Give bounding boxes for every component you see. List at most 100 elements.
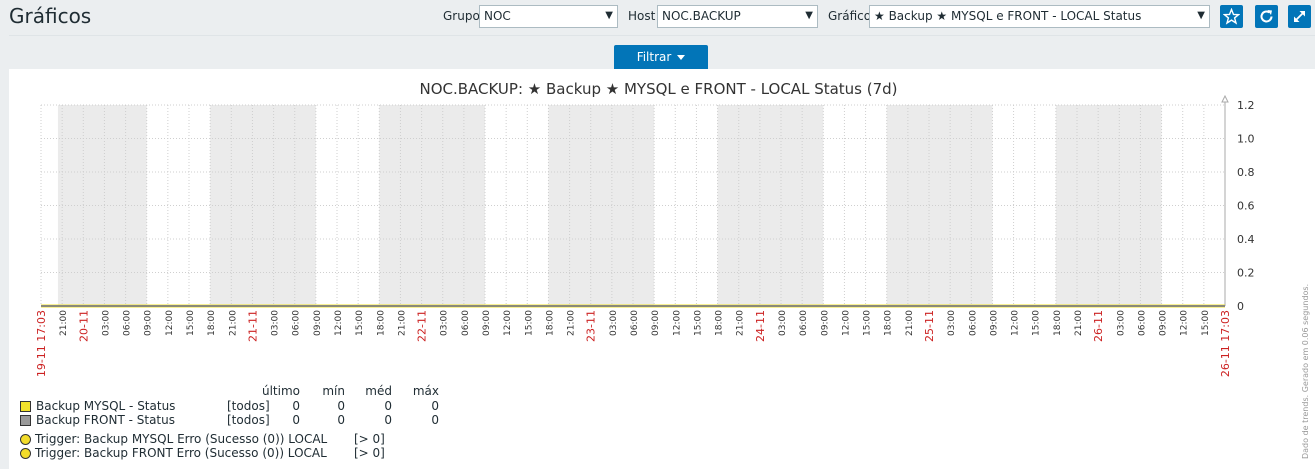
x-tick-label: 03:00 <box>1116 310 1126 336</box>
group-label: Grupo <box>443 9 480 23</box>
star-icon <box>1223 8 1240 25</box>
x-tick-label: 21:00 <box>1074 310 1084 336</box>
x-tick-label: 22-11 <box>416 310 429 342</box>
legend-item-last: 0 <box>292 413 300 427</box>
x-tick-label: 15:00 <box>863 310 873 336</box>
x-tick-label: 12:00 <box>672 310 682 336</box>
x-tick-label: 18:00 <box>376 310 386 336</box>
x-tick-label: 15:00 <box>693 310 703 336</box>
graph-label: Gráfico <box>828 9 872 23</box>
x-tick-label: 15:00 <box>524 310 534 336</box>
legend-header-avg: méd <box>365 384 392 398</box>
x-tick-label: 09:00 <box>989 310 999 336</box>
x-tick-label: 23-11 <box>585 310 598 342</box>
x-tick-label: 06:00 <box>123 310 133 336</box>
x-tick-label: 15:00 <box>186 310 196 336</box>
graph-chart[interactable]: 1.2 1.0 0.8 0.6 0.4 0.2 0 19-11 17:03 21:00 20-11… <box>0 95 1315 385</box>
x-tick-label: 18:00 <box>207 310 217 336</box>
x-tick-label: 18:00 <box>545 310 555 336</box>
x-tick-label: 19-11 17:03 <box>35 310 48 377</box>
legend-item-name: Backup MYSQL - Status <box>36 399 176 413</box>
x-tick-label: 21:00 <box>905 310 915 336</box>
x-tick-label: 18:00 <box>1053 310 1063 336</box>
x-tick-label: 21:00 <box>567 310 577 336</box>
x-tick-label: 15:00 <box>1032 310 1042 336</box>
x-tick-label: 15:00 <box>1201 310 1211 336</box>
generation-footnote: Dado de trends. Gerado em 0.06 segundos. <box>1301 283 1310 459</box>
legend-item-last: 0 <box>292 399 300 413</box>
fullscreen-icon <box>1294 11 1305 22</box>
x-tick-label: 24-11 <box>754 310 767 342</box>
trigger-name: Trigger: Backup FRONT Erro (Sucesso (0))… <box>35 446 327 460</box>
x-tick-label: 06:00 <box>292 310 302 336</box>
x-tick-label: 20-11 <box>77 310 90 342</box>
x-tick-label: 09:00 <box>482 310 492 336</box>
group-select-value: NOC <box>484 9 511 23</box>
filter-toggle-button[interactable]: Filtrar <box>614 45 708 69</box>
x-tick-label: 21:00 <box>736 310 746 336</box>
x-tick-label: 06:00 <box>1137 310 1147 336</box>
refresh-icon <box>1260 10 1273 23</box>
refresh-button[interactable] <box>1255 5 1278 28</box>
x-tick-label: 03:00 <box>101 310 111 336</box>
x-tick-label: 09:00 <box>1159 310 1169 336</box>
x-tick-label: 12:00 <box>1011 310 1021 336</box>
x-tick-label: 12:00 <box>1180 310 1190 336</box>
x-tick-label: 25-11 <box>923 310 936 342</box>
x-tick-label: 03:00 <box>778 310 788 336</box>
x-tick-label: 09:00 <box>651 310 661 336</box>
legend-header-max: máx <box>412 384 439 398</box>
x-tick-label: 06:00 <box>630 310 640 336</box>
y-tick-label: 1.2 <box>1237 99 1255 112</box>
page-title: Gráficos <box>9 4 92 28</box>
x-tick-label: 18:00 <box>884 310 894 336</box>
x-tick-label: 21:00 <box>59 310 69 336</box>
x-tick-label: 03:00 <box>440 310 450 336</box>
x-tick-label: 03:00 <box>271 310 281 336</box>
host-label: Host <box>628 9 656 23</box>
fullscreen-button[interactable] <box>1288 5 1311 28</box>
dropdown-arrow-icon: ▼ <box>805 10 813 21</box>
x-tick-label: 15:00 <box>355 310 365 336</box>
y-tick-label: 0.8 <box>1237 166 1255 179</box>
x-tick-label: 26-11 <box>1092 310 1105 342</box>
x-tick-label: 03:00 <box>947 310 957 336</box>
legend-swatch <box>20 401 31 412</box>
x-tick-label: 09:00 <box>144 310 154 336</box>
x-tick-label: 12:00 <box>334 310 344 336</box>
dropdown-arrow-icon: ▼ <box>605 10 613 21</box>
y-tick-label: 0.2 <box>1237 267 1255 280</box>
x-tick-label: 09:00 <box>820 310 830 336</box>
legend-header-last: último <box>261 384 300 398</box>
graph-select-value: ★ Backup ★ MYSQL e FRONT - LOCAL Status <box>874 9 1142 23</box>
legend-item-max: 0 <box>431 413 439 427</box>
y-tick-label: 0.4 <box>1237 233 1255 246</box>
x-tick-label: 03:00 <box>609 310 619 336</box>
y-tick-label: 1.0 <box>1237 133 1255 146</box>
add-favorite-button[interactable] <box>1220 5 1243 28</box>
host-select-value: NOC.BACKUP <box>662 9 741 23</box>
trigger-dot-icon <box>20 448 31 459</box>
trigger-name: Trigger: Backup MYSQL Erro (Sucesso (0))… <box>35 432 328 446</box>
legend-item-min: 0 <box>337 399 345 413</box>
x-tick-label: 06:00 <box>968 310 978 336</box>
dropdown-arrow-icon: ▼ <box>1197 10 1205 21</box>
x-tick-label: 21-11 <box>246 310 259 342</box>
host-select[interactable]: NOC.BACKUP ▼ <box>657 5 818 28</box>
legend-item-avg: 0 <box>384 399 392 413</box>
x-tick-label: 12:00 <box>503 310 513 336</box>
filter-button-label: Filtrar <box>636 50 672 64</box>
legend-swatch <box>20 415 31 426</box>
legend-header-min: mín <box>322 384 345 398</box>
legend-item-name: Backup FRONT - Status <box>36 413 175 427</box>
group-select[interactable]: NOC ▼ <box>479 5 618 28</box>
y-axis-arrow-icon <box>1221 95 1229 103</box>
page-header: Gráficos Grupo NOC ▼ Host NOC.BACKUP ▼ G… <box>0 0 1315 36</box>
x-tick-label: 18:00 <box>715 310 725 336</box>
header-divider <box>9 35 1315 36</box>
x-tick-label: 06:00 <box>799 310 809 336</box>
legend-item-avg: 0 <box>384 413 392 427</box>
caret-down-icon <box>677 55 686 60</box>
graph-select[interactable]: ★ Backup ★ MYSQL e FRONT - LOCAL Status … <box>869 5 1210 28</box>
x-tick-label: 21:00 <box>228 310 238 336</box>
